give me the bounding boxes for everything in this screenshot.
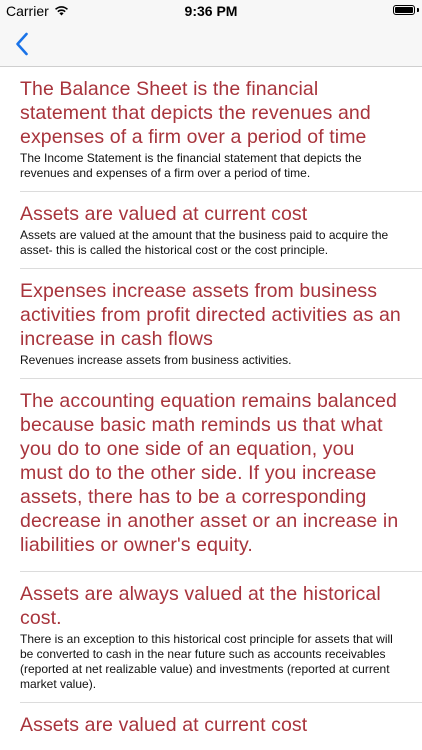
battery-level — [395, 7, 413, 13]
item-body: Assets are valued at the amount that the… — [20, 228, 389, 257]
flashcard-list[interactable]: The Balance Sheet is the financial state… — [0, 67, 422, 750]
list-item[interactable]: Assets are valued at current cost Assets… — [20, 192, 422, 269]
item-body: Revenues increase assets from business a… — [20, 353, 292, 367]
battery-tip — [417, 8, 419, 12]
item-title: Assets are valued at current cost — [20, 714, 308, 736]
navigation-bar — [0, 22, 422, 67]
item-title: The Balance Sheet is the financial state… — [20, 78, 371, 148]
list-item[interactable]: The Balance Sheet is the financial state… — [20, 67, 422, 192]
item-title: Assets are valued at current cost — [20, 203, 308, 225]
status-time: 9:36 PM — [184, 3, 238, 19]
list-item[interactable]: Expenses increase assets from business a… — [20, 269, 422, 379]
back-button[interactable] — [8, 28, 36, 60]
status-bar: Carrier 9:36 PM — [0, 0, 422, 22]
list-item[interactable]: Assets are valued at current cost — [20, 703, 422, 747]
item-body: The Income Statement is the financial st… — [20, 151, 362, 180]
item-title: The accounting equation remains balanced… — [20, 390, 399, 556]
battery-icon — [393, 5, 415, 15]
list-item[interactable]: Assets are always valued at the historic… — [20, 572, 422, 703]
item-body: There is an exception to this historical… — [20, 632, 393, 691]
item-title: Assets are always valued at the historic… — [20, 583, 381, 629]
chevron-left-icon — [16, 32, 28, 56]
list-item[interactable]: The accounting equation remains balanced… — [20, 379, 422, 572]
item-title: Expenses increase assets from business a… — [20, 280, 401, 350]
screen: Carrier 9:36 PM The Balance Sheet is the… — [0, 0, 422, 750]
